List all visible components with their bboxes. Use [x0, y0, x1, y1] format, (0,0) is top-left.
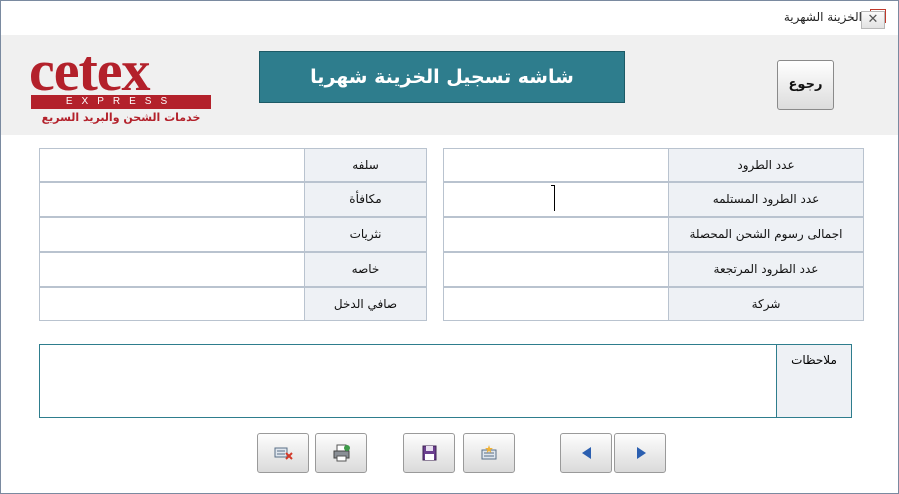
parcels-count-label: عدد الطرود: [668, 148, 864, 182]
printer-icon: [333, 444, 350, 462]
delete-record-icon: [274, 447, 293, 460]
print-button[interactable]: [315, 433, 367, 473]
advance-label: سلفه: [304, 148, 427, 182]
total-shipping-fees-label: اجمالى رسوم الشحن المحصلة: [668, 217, 864, 252]
new-record-button[interactable]: [463, 433, 515, 473]
back-button[interactable]: رجوع: [777, 60, 834, 110]
sundries-input[interactable]: [39, 217, 305, 252]
next-record-button[interactable]: [614, 433, 666, 473]
delete-record-button[interactable]: [257, 433, 309, 473]
bonus-input[interactable]: [39, 182, 305, 217]
page-title: شاشه تسجيل الخزينة شهريا: [259, 51, 625, 103]
returned-parcels-label: عدد الطرود المرتجعة: [668, 252, 864, 287]
text-cursor-serif: [551, 185, 555, 186]
bonus-label: مكافأة: [304, 182, 427, 217]
total-shipping-fees-input[interactable]: [443, 217, 669, 252]
previous-record-button[interactable]: [560, 433, 612, 473]
special-label: خاصه: [304, 252, 427, 287]
window-title: الخزينة الشهرية: [783, 10, 862, 24]
returned-parcels-input[interactable]: [443, 252, 669, 287]
form-window: الخزينة الشهرية ✕ cetex EXPRESS خدمات ال…: [0, 0, 899, 494]
received-parcels-input[interactable]: [443, 182, 669, 217]
notes-input[interactable]: [39, 344, 777, 418]
text-cursor: [554, 185, 555, 211]
company-label: شركة: [668, 287, 864, 321]
save-icon: [422, 445, 437, 461]
close-button[interactable]: ✕: [861, 11, 885, 29]
company-logo: cetex EXPRESS خدمات الشحن والبريد السريع: [23, 41, 215, 129]
header: cetex EXPRESS خدمات الشحن والبريد السريع…: [1, 35, 898, 135]
sundries-label: نثريات: [304, 217, 427, 252]
advance-input[interactable]: [39, 148, 305, 182]
received-parcels-label: عدد الطرود المستلمه: [668, 182, 864, 217]
company-input[interactable]: [443, 287, 669, 321]
notes-label: ملاحظات: [776, 344, 852, 418]
new-record-icon: [481, 445, 497, 460]
parcels-count-input[interactable]: [443, 148, 669, 182]
arrow-right-icon: [637, 447, 646, 459]
logo-brand: cetex: [29, 38, 151, 103]
logo-arabic-tagline: خدمات الشحن والبريد السريع: [41, 111, 201, 124]
logo-tagline: EXPRESS: [31, 95, 211, 109]
special-input[interactable]: [39, 252, 305, 287]
title-bar: الخزينة الشهرية ✕: [1, 1, 898, 35]
net-income-input[interactable]: [39, 287, 305, 321]
arrow-left-icon: [582, 447, 591, 459]
save-button[interactable]: [403, 433, 455, 473]
net-income-label: صافي الدخل: [304, 287, 427, 321]
